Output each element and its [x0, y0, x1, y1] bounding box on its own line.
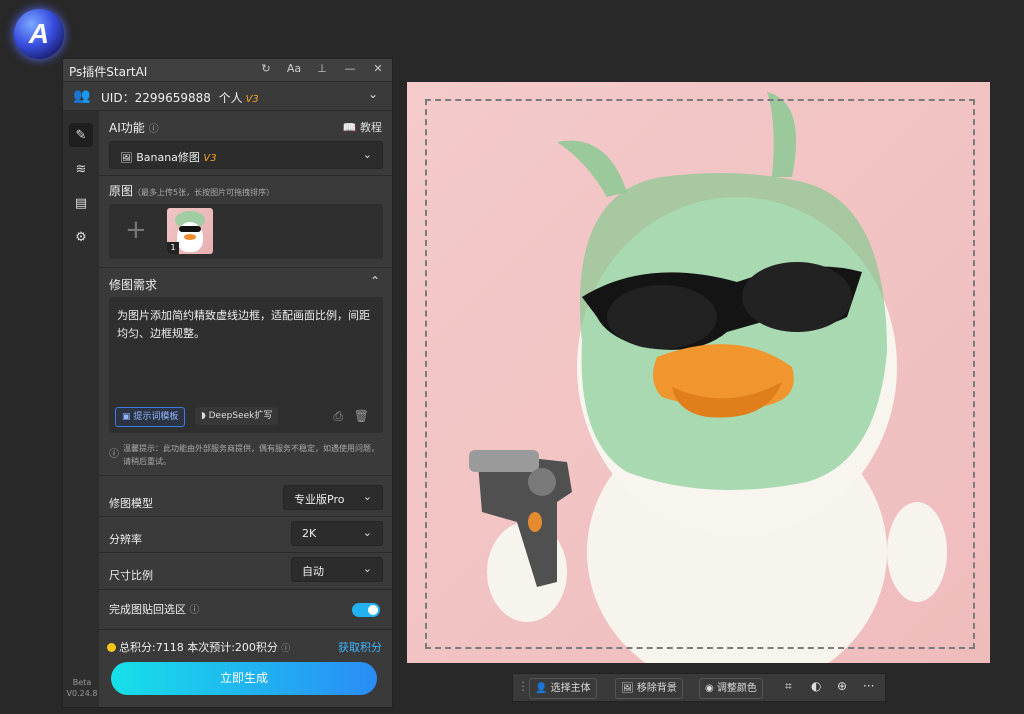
uid-row[interactable]: 👥 UID：2299659888 个人 V3 ⌄	[63, 82, 392, 111]
sidebar: ✎ ≋ ▤ ⚙ Beta V0.24.8	[63, 111, 99, 707]
tutorial-link[interactable]: 📖 教程	[343, 119, 382, 135]
deepseek-button[interactable]: ◗ DeepSeek扩写	[195, 407, 279, 425]
canvas-image[interactable]	[407, 82, 990, 663]
resolution-select[interactable]: 2K ⌄	[291, 521, 383, 546]
get-points-link[interactable]: 获取积分	[338, 639, 382, 655]
logo-letter: A	[28, 18, 50, 49]
function-select[interactable]: 🖼 Banana修图 V3 ⌄	[109, 141, 383, 169]
settings-icon[interactable]: ⚙	[69, 225, 93, 249]
version-info: Beta V0.24.8	[66, 678, 98, 698]
palette-icon: ◉	[705, 683, 714, 694]
points-info: 总积分:7118 本次预计:200积分 ⓘ	[107, 639, 290, 655]
requirement-label: 修图需求	[109, 278, 158, 292]
save-prompt-icon[interactable]: ⎙	[333, 409, 343, 424]
person-icon: 👤	[535, 683, 548, 694]
ratio-label: 尺寸比例	[109, 569, 153, 582]
minimize-icon[interactable]: —	[342, 62, 358, 75]
startai-logo: A	[14, 9, 64, 59]
requirement-textarea[interactable]: 为图片添加简约精致虚线边框，适配画面比例，间距均匀、边框规整。	[117, 307, 375, 343]
prompt-template-button[interactable]: ▣ 提示词模板	[115, 407, 186, 427]
info-icon: ⓘ	[148, 124, 159, 135]
contrast-icon[interactable]: ◐	[811, 679, 821, 693]
image-thumbnail[interactable]: 1	[167, 208, 213, 254]
layers-icon[interactable]: ≋	[69, 157, 93, 181]
adjust-color-button[interactable]: ◉ 调整颜色	[699, 678, 763, 699]
info-icon: ⓘ	[189, 605, 200, 616]
template-icon: ▣	[122, 412, 131, 422]
paste-back-toggle[interactable]	[352, 603, 380, 617]
info-icon: ⓘ	[281, 644, 291, 654]
paste-back-label: 完成图贴回选区 ⓘ	[109, 603, 200, 616]
model-select[interactable]: 专业版Pro ⌄	[283, 485, 383, 510]
chevron-up-icon[interactable]: ⌃	[370, 274, 380, 288]
panel-titlebar: Ps插件StartAI ↻ Aa ⊥ — ✕	[63, 59, 392, 82]
info-icon: ⓘ	[109, 449, 119, 460]
book-icon: 📖	[342, 121, 357, 134]
close-icon[interactable]: ✕	[370, 62, 386, 75]
font-size-icon[interactable]: Aa	[286, 62, 302, 75]
chevron-down-icon[interactable]: ⌄	[368, 87, 378, 101]
chevron-down-icon: ⌄	[362, 562, 372, 575]
upload-area[interactable]: + 1	[109, 204, 383, 259]
plan-version: V3	[245, 94, 259, 105]
thumb-index: 1	[167, 242, 179, 254]
main-content: AI功能 ⓘ 📖 教程 🖼 Banana修图 V3 ⌄ 原图（最多上传5张，长按…	[99, 111, 392, 707]
edit-icon[interactable]: ✎	[69, 123, 93, 147]
resolution-label: 分辨率	[109, 533, 142, 546]
plan-label: 个人	[218, 91, 243, 105]
clipboard-icon[interactable]: ▤	[69, 191, 93, 215]
whale-icon: ◗	[201, 411, 206, 421]
uid-text: UID：2299659888 个人 V3	[101, 91, 259, 105]
select-subject-button[interactable]: 👤 选择主体	[529, 678, 597, 699]
refresh-icon[interactable]: ↻	[258, 62, 274, 75]
chevron-down-icon: ⌄	[362, 490, 372, 503]
plus-icon[interactable]: +	[125, 216, 147, 244]
drag-handle-icon[interactable]: ⋮	[517, 679, 529, 693]
function-version: V3	[203, 153, 217, 164]
plugin-panel: Ps插件StartAI ↻ Aa ⊥ — ✕ 👥 UID：2299659888 …	[62, 58, 393, 708]
dashed-border	[425, 99, 975, 649]
image-icon: 🖼	[120, 153, 133, 164]
ai-function-label: AI功能 ⓘ	[109, 121, 159, 135]
image-icon: 🖼	[621, 683, 634, 694]
add-image-icon[interactable]: ⊕	[837, 679, 847, 693]
crop-icon[interactable]: ⌗	[785, 679, 792, 694]
context-toolbar: ⋮ 👤 选择主体 🖼 移除背景 ◉ 调整颜色 ⌗ ◐ ⊕ ···	[512, 673, 886, 702]
ratio-select[interactable]: 自动 ⌄	[291, 557, 383, 582]
trash-icon[interactable]: 🗑	[354, 409, 369, 423]
coin-icon	[107, 643, 116, 652]
model-label: 修图模型	[109, 497, 153, 510]
users-icon: 👥	[73, 88, 91, 104]
chevron-down-icon: ⌄	[362, 526, 372, 539]
generate-button[interactable]: 立即生成	[111, 662, 377, 695]
chevron-down-icon: ⌄	[362, 148, 372, 161]
pin-icon[interactable]: ⊥	[314, 62, 330, 75]
panel-title: Ps插件StartAI	[69, 65, 148, 79]
requirement-box[interactable]: 为图片添加简约精致虚线边框，适配画面比例，间距均匀、边框规整。 ▣ 提示词模板 …	[109, 297, 383, 433]
original-note: （最多上传5张，长按图片可拖拽排序）	[133, 188, 275, 197]
original-label: 原图（最多上传5张，长按图片可拖拽排序）	[109, 184, 275, 198]
remove-background-button[interactable]: 🖼 移除背景	[615, 678, 683, 699]
more-icon[interactable]: ···	[863, 679, 874, 693]
